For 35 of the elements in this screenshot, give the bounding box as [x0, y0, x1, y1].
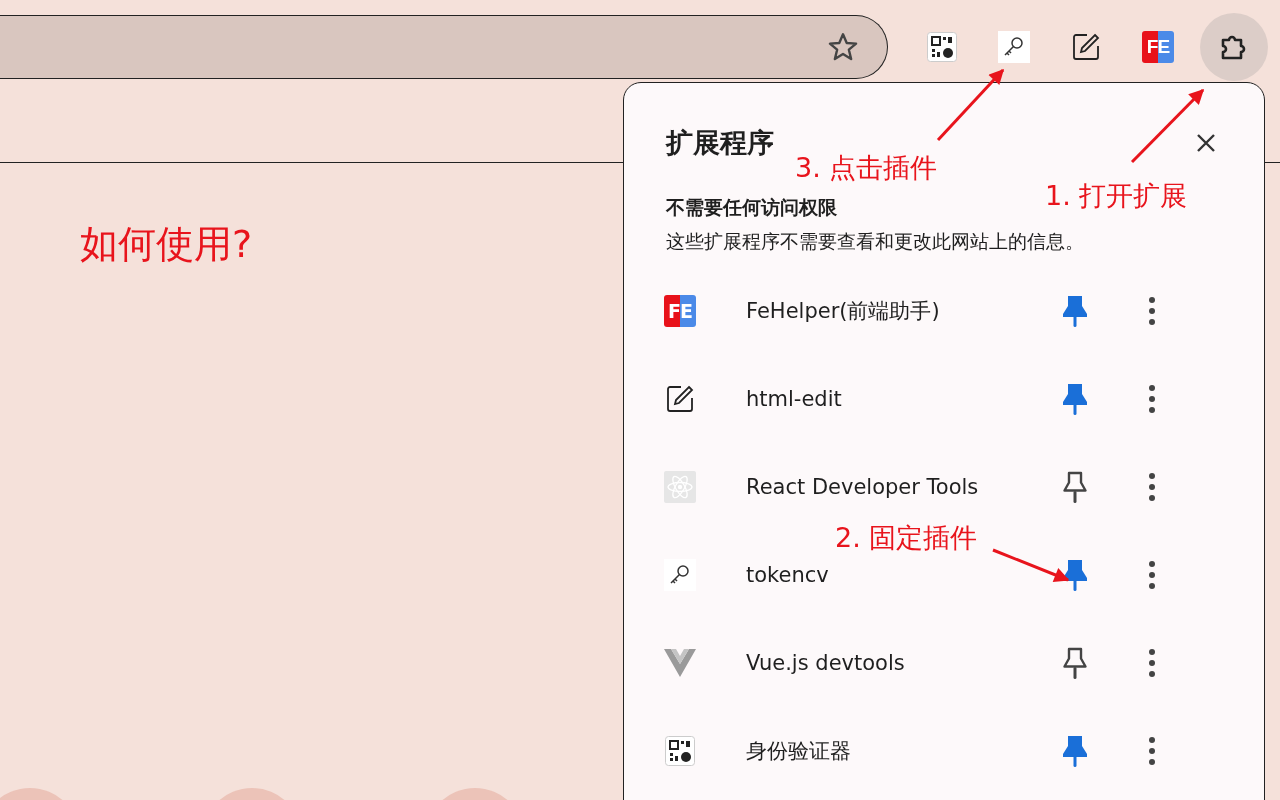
pin-icon: [1062, 646, 1088, 680]
more-icon: [1148, 472, 1156, 502]
pin-icon: [1062, 382, 1088, 416]
extension-name: Vue.js devtools: [746, 651, 906, 675]
extension-name: html-edit: [746, 387, 843, 411]
more-icon: [1148, 560, 1156, 590]
edit-icon: [1071, 32, 1101, 62]
page-heading: 如何使用?: [80, 221, 253, 268]
annotation-text: 2. 固定插件: [835, 521, 978, 555]
extension-name: React Developer Tools: [746, 475, 980, 499]
more-icon: [1148, 648, 1156, 678]
popup-title: 扩展程序: [666, 126, 774, 160]
section-description: 这些扩展程序不需要查看和更改此网站上的信息。: [666, 229, 1085, 254]
edit-icon: [665, 384, 695, 414]
pin-icon: [1062, 294, 1088, 328]
pin-icon: [1062, 558, 1088, 592]
more-icon: [1148, 736, 1156, 766]
extension-name: 身份验证器: [746, 738, 852, 765]
close-icon: [1196, 133, 1216, 153]
bookmark-star-icon[interactable]: [827, 31, 859, 63]
pin-icon: [1062, 734, 1088, 768]
qr-code-icon: [665, 736, 695, 766]
more-icon: [1148, 384, 1156, 414]
more-icon: [1148, 296, 1156, 326]
atom-icon: [664, 471, 696, 503]
key-icon: [664, 559, 696, 591]
extension-name: tokencv: [746, 563, 830, 587]
pin-icon: [1062, 470, 1088, 504]
annotation-text: 3. 点击插件: [795, 151, 938, 185]
section-title: 不需要任何访问权限: [666, 195, 837, 220]
v-logo-icon: [664, 649, 696, 677]
annotation-text: 1. 打开扩展: [1045, 179, 1188, 213]
qr-code-icon: [927, 32, 957, 62]
extension-name: FeHelper(前端助手): [746, 298, 941, 325]
key-icon: [998, 31, 1030, 63]
